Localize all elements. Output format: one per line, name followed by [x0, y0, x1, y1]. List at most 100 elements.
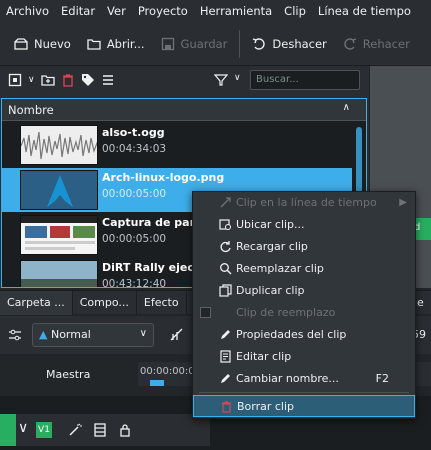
menu-item-label: Recargar clip [236, 240, 308, 253]
waveform-icon [21, 131, 97, 160]
clip-duration: 00:43:12:40 [102, 278, 167, 287]
menu-clip[interactable]: Clip [278, 4, 312, 18]
column-header-name[interactable]: Nombre ∧ [2, 99, 366, 121]
edit-mode-select[interactable]: ▲ Normal ∨ [32, 323, 154, 347]
collapse-chevron-icon[interactable]: ∨ [18, 420, 28, 436]
menu-item-replace-clip[interactable]: Reemplazar clip [193, 258, 415, 280]
list-item[interactable]: also-t.ogg 00:04:34:03 [2, 123, 352, 167]
add-clip-icon[interactable] [8, 73, 22, 87]
webpage-icon [21, 216, 97, 250]
track-header-v1: ∨ V1 [0, 414, 210, 446]
screenshot-thumbnail [20, 215, 98, 255]
menu-item-duplicate-clip[interactable]: Duplicar clip [193, 280, 415, 302]
mode-label: Normal [50, 328, 91, 341]
clip-name: Arch-linux-logo.png [102, 171, 225, 184]
menu-item-clip-properties[interactable]: Propiedades del clip [193, 324, 415, 346]
menu-item-label: Clip de reemplazo [236, 306, 336, 319]
track-color-strip [0, 414, 16, 446]
save-button[interactable]: Guardar [153, 30, 236, 58]
menu-item-label: Reemplazar clip [236, 262, 324, 275]
folder-icon [87, 38, 101, 50]
checkbox-icon[interactable] [200, 307, 211, 318]
menu-item-label: Borrar clip [237, 400, 295, 413]
menu-icon[interactable] [101, 73, 115, 87]
menu-item-label: Ubicar clip... [236, 218, 305, 231]
menu-item-rename[interactable]: Cambiar nombre... F2 [193, 368, 415, 390]
effects-wand-icon[interactable] [68, 423, 82, 437]
delete-icon[interactable] [61, 73, 75, 87]
menu-separator [199, 392, 409, 393]
new-button[interactable]: Nuevo [6, 30, 79, 58]
settings-sliders-icon[interactable] [8, 328, 22, 342]
undo-icon [253, 37, 266, 50]
column-header-label: Nombre [8, 103, 54, 117]
menu-editar[interactable]: Editar [55, 4, 101, 18]
menu-item-label: Propiedades del clip [236, 328, 347, 341]
menu-item-label: Clip en la línea de tiempo [236, 196, 377, 209]
trash-icon [222, 401, 231, 413]
menu-item-proxy-clip[interactable]: Clip de reemplazo [193, 302, 415, 324]
redo-label: Rehacer [362, 36, 410, 51]
track-name-badge: V1 [36, 422, 52, 438]
filter-icon[interactable] [214, 73, 228, 87]
menu-item-locate-clip[interactable]: Ubicar clip... [193, 214, 415, 236]
clip-duration: 00:04:34:03 [102, 143, 167, 155]
menu-item-clip-in-timeline[interactable]: Clip en la línea de tiempo ▶ [193, 192, 415, 214]
mode-icon: ▲ [39, 328, 48, 341]
menu-item-label: Duplicar clip [236, 284, 305, 297]
clip-context-menu: Clip en la línea de tiempo ▶ Ubicar clip… [192, 191, 416, 419]
clip-duration: 00:00:05:00 [102, 233, 167, 245]
tab-efectos[interactable]: Efecto [137, 290, 187, 315]
tag-icon[interactable] [81, 73, 95, 87]
image-thumbnail [20, 170, 98, 210]
edit-icon [221, 330, 230, 339]
lock-icon[interactable] [118, 423, 132, 437]
game-scene-icon [21, 261, 97, 287]
menu-item-delete-clip[interactable]: Borrar clip [193, 395, 415, 417]
redo-icon [344, 37, 357, 50]
open-button[interactable]: Abrir... [79, 30, 153, 58]
new-label: Nuevo [34, 36, 71, 51]
chevron-down-icon[interactable]: ∨ [28, 75, 35, 85]
chevron-down-icon: ∨ [139, 328, 147, 339]
clip-duration: 00:00:05:00 [102, 188, 167, 200]
undo-button[interactable]: Deshacer [244, 30, 334, 58]
clip-name: Captura de par [102, 216, 196, 229]
tab-carpeta[interactable]: Carpeta ... [0, 290, 73, 315]
sort-ascending-icon: ∧ [342, 102, 350, 113]
link-icon [220, 197, 231, 208]
menu-linea-de-tiempo[interactable]: Línea de tiempo [312, 4, 417, 18]
menubar: Archivo Editar Ver Proyecto Herramienta … [0, 0, 431, 22]
tab-composiciones[interactable]: Compo... [73, 290, 137, 315]
menu-item-shortcut: F2 [375, 372, 389, 385]
menu-proyecto[interactable]: Proyecto [132, 4, 194, 18]
rename-icon [221, 374, 230, 383]
razor-tool-icon[interactable] [170, 328, 184, 342]
menu-item-reload-clip[interactable]: Recargar clip [193, 236, 415, 258]
menu-archivo[interactable]: Archivo [0, 4, 55, 18]
menu-item-label: Editar clip [236, 350, 292, 363]
menu-item-label: Cambiar nombre... [236, 372, 339, 385]
arch-logo-icon [47, 175, 73, 207]
save-label: Guardar [180, 36, 228, 51]
menu-item-edit-clip[interactable]: Editar clip [193, 346, 415, 368]
reload-icon [220, 241, 231, 253]
locate-icon [219, 219, 231, 230]
film-icon[interactable] [93, 423, 107, 437]
master-track-label: Maestra [46, 368, 91, 381]
filter-chevron-icon[interactable]: ∨ [234, 73, 241, 83]
submenu-arrow-icon: ▶ [399, 197, 407, 208]
redo-button[interactable]: Rehacer [335, 30, 418, 58]
audio-waveform-thumbnail [20, 125, 98, 165]
video-thumbnail [20, 260, 98, 287]
add-folder-icon[interactable] [40, 73, 55, 87]
playhead-marker[interactable] [150, 380, 164, 386]
clip-name: also-t.ogg [102, 126, 165, 139]
menu-herramienta[interactable]: Herramienta [194, 4, 278, 18]
save-icon [161, 37, 174, 50]
bin-search-input[interactable]: Buscar... [250, 70, 360, 90]
new-icon [14, 37, 28, 50]
duplicate-icon [219, 284, 232, 297]
menu-ver[interactable]: Ver [101, 4, 132, 18]
toolbar-divider [239, 29, 241, 58]
